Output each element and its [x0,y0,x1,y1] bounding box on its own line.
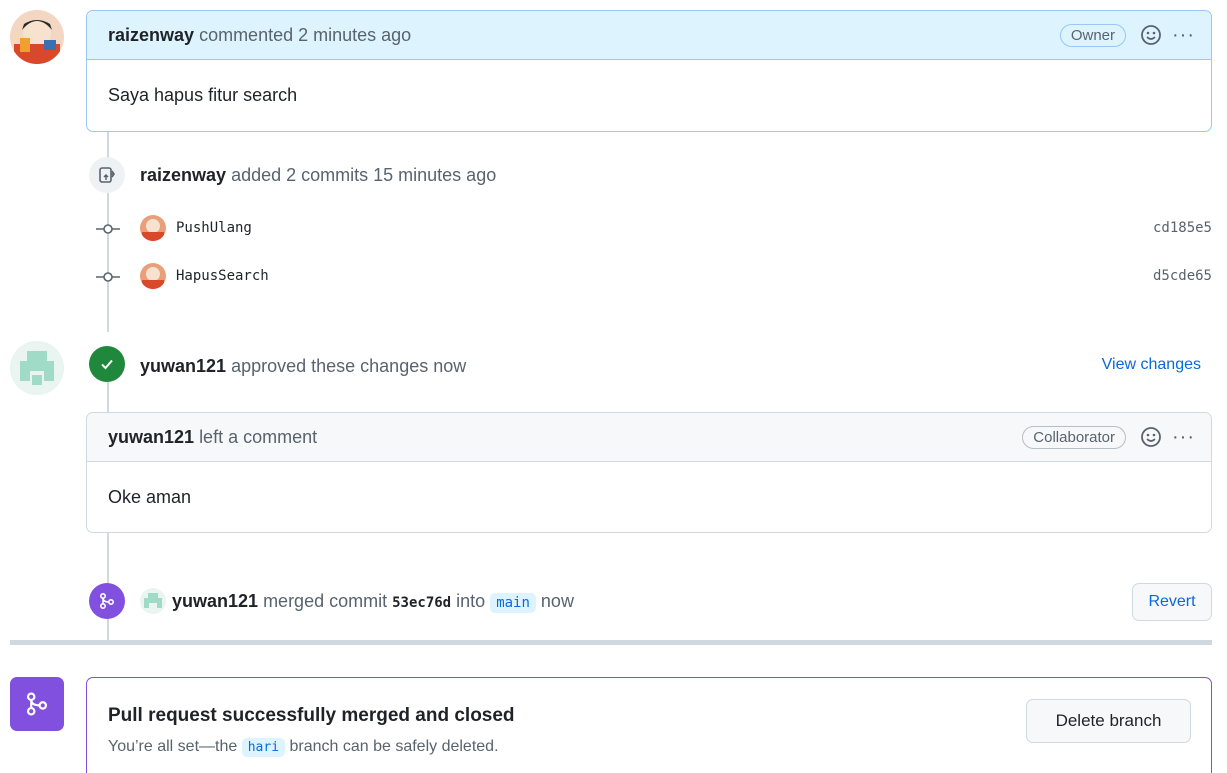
merge-commit-sha[interactable]: 53ec76d [392,595,451,611]
comment-body: Oke aman [108,486,192,507]
comment-author[interactable]: raizenway [108,25,194,45]
commit-node-icon [96,267,120,287]
merge-event-text: yuwan121 merged commit 53ec76d into main… [172,589,574,615]
timeline-line [107,618,109,640]
approval-action: approved these changes now [231,356,467,376]
merged-status-icon [10,677,64,731]
target-branch[interactable]: main [490,593,536,613]
commit-author-avatar[interactable] [140,215,166,241]
timeline-divider [10,640,1212,645]
merge-into: into [456,591,486,611]
event-author[interactable]: raizenway [140,165,226,185]
comment-header: raizenway commented 2 minutes ago Owner … [87,11,1211,60]
timeline-line [107,533,109,583]
kebab-menu-icon[interactable]: ··· [1172,427,1195,447]
event-action: added 2 commits 15 minutes ago [231,165,497,185]
approver-name[interactable]: yuwan121 [140,356,226,376]
merged-title: Pull request successfully merged and clo… [108,705,515,726]
commit-node-icon [96,219,120,239]
git-merge-icon [89,583,125,619]
view-changes-link[interactable]: View changes [1102,356,1201,374]
smiley-icon[interactable] [1140,426,1162,448]
merger-avatar[interactable] [140,588,166,614]
merged-box: Pull request successfully merged and clo… [86,677,1212,773]
comment-action: commented 2 minutes ago [199,24,412,45]
commits-event-text: raizenway added 2 commits 15 minutes ago [140,163,496,187]
merged-description: You’re all set—the hari branch can be sa… [108,738,499,757]
commit-sha[interactable]: cd185e5 [1153,220,1212,236]
owner-badge: Owner [1059,23,1127,47]
review-comment: yuwan121 left a comment Collaborator ···… [86,412,1212,533]
comment-header: yuwan121 left a comment Collaborator ··· [87,413,1211,462]
delete-branch-button[interactable]: Delete branch [1026,699,1191,743]
revert-button[interactable]: Revert [1132,583,1212,621]
merged-text-suffix: branch can be safely deleted. [289,738,499,755]
source-branch[interactable]: hari [241,738,286,757]
check-circle-icon [89,346,125,382]
timeline-line [107,382,109,412]
comment-author[interactable]: yuwan121 [108,427,194,447]
collaborator-badge: Collaborator [1022,425,1127,449]
comment-action: left a comment [199,426,318,447]
owner-comment: raizenway commented 2 minutes ago Owner … [86,10,1212,132]
kebab-menu-icon[interactable]: ··· [1172,25,1195,45]
smiley-icon[interactable] [1140,24,1162,46]
merged-text-prefix: You’re all set—the [108,738,238,755]
comment-body: Saya hapus fitur search [108,85,298,105]
merge-action: merged commit [263,591,388,611]
commit-author-avatar[interactable] [140,263,166,289]
raizenway-avatar[interactable] [10,10,64,64]
merge-time: now [540,591,574,611]
commit-sha[interactable]: d5cde65 [1153,268,1212,284]
commit-message[interactable]: PushUlang [176,220,252,236]
push-icon [89,157,125,193]
commit-message[interactable]: HapusSearch [176,268,269,284]
merger-name[interactable]: yuwan121 [172,591,258,611]
yuwan121-avatar[interactable] [10,341,64,395]
approval-text: yuwan121 approved these changes now [140,354,466,378]
